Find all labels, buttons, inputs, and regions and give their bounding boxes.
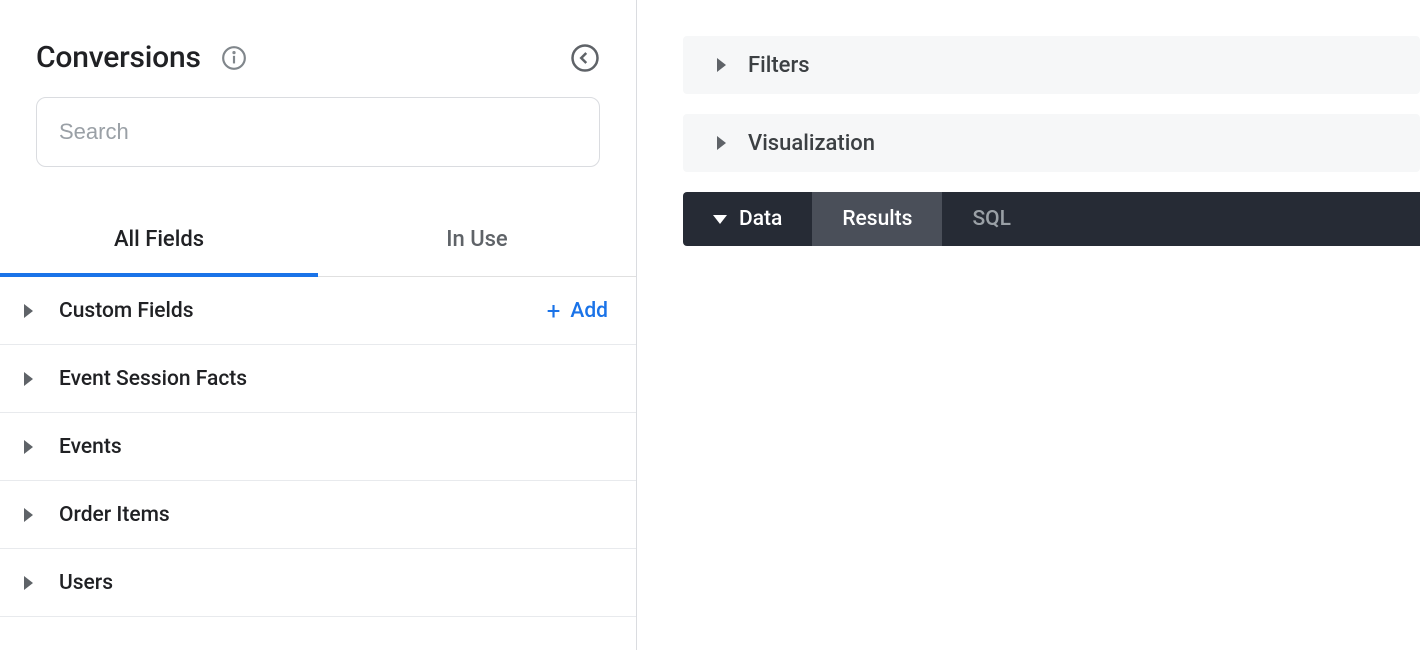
section-visualization[interactable]: Visualization: [683, 114, 1420, 172]
data-bar: Data Results SQL: [683, 192, 1420, 246]
explore-title: Conversions: [36, 40, 201, 75]
section-label: Filters: [748, 53, 810, 78]
tab-all-fields[interactable]: All Fields: [0, 199, 318, 276]
field-group-label: Custom Fields: [59, 299, 547, 323]
data-tab-sql[interactable]: SQL: [942, 192, 1041, 246]
field-group-label: Order Items: [59, 503, 608, 527]
field-list: Custom Fields + Add Event Session Facts …: [0, 277, 636, 617]
caret-right-icon: [24, 576, 33, 590]
plus-icon: +: [547, 299, 561, 323]
data-tab-label: Results: [842, 207, 912, 231]
add-custom-field-button[interactable]: + Add: [547, 299, 608, 323]
tab-in-use[interactable]: In Use: [318, 199, 636, 276]
data-tab-data[interactable]: Data: [683, 192, 812, 246]
caret-right-icon: [24, 440, 33, 454]
field-group-label: Event Session Facts: [59, 367, 608, 391]
field-picker-header: Conversions: [0, 0, 636, 189]
data-tab-label: SQL: [972, 207, 1011, 231]
add-label: Add: [570, 299, 608, 323]
field-group-label: Events: [59, 435, 608, 459]
data-tab-label: Data: [739, 207, 782, 231]
explore-main-panel: Filters Visualization Data Results SQL: [637, 0, 1420, 650]
field-group-label: Users: [59, 571, 608, 595]
field-group-users[interactable]: Users: [0, 549, 636, 617]
caret-right-icon: [24, 372, 33, 386]
field-group-event-session-facts[interactable]: Event Session Facts: [0, 345, 636, 413]
collapse-panel-icon[interactable]: [570, 43, 600, 73]
tab-label: In Use: [446, 227, 507, 252]
field-tabs: All Fields In Use: [0, 199, 636, 277]
info-icon[interactable]: [219, 43, 249, 73]
field-picker-panel: Conversions All Fields In Use: [0, 0, 637, 650]
data-tab-results[interactable]: Results: [812, 192, 942, 246]
field-group-custom-fields[interactable]: Custom Fields + Add: [0, 277, 636, 345]
caret-right-icon: [24, 304, 33, 318]
field-group-order-items[interactable]: Order Items: [0, 481, 636, 549]
field-group-events[interactable]: Events: [0, 413, 636, 481]
caret-right-icon: [717, 58, 726, 72]
section-filters[interactable]: Filters: [683, 36, 1420, 94]
section-label: Visualization: [748, 131, 875, 156]
search-input[interactable]: [36, 97, 600, 167]
tab-label: All Fields: [114, 227, 204, 252]
caret-right-icon: [24, 508, 33, 522]
caret-down-icon: [713, 215, 727, 224]
caret-right-icon: [717, 136, 726, 150]
